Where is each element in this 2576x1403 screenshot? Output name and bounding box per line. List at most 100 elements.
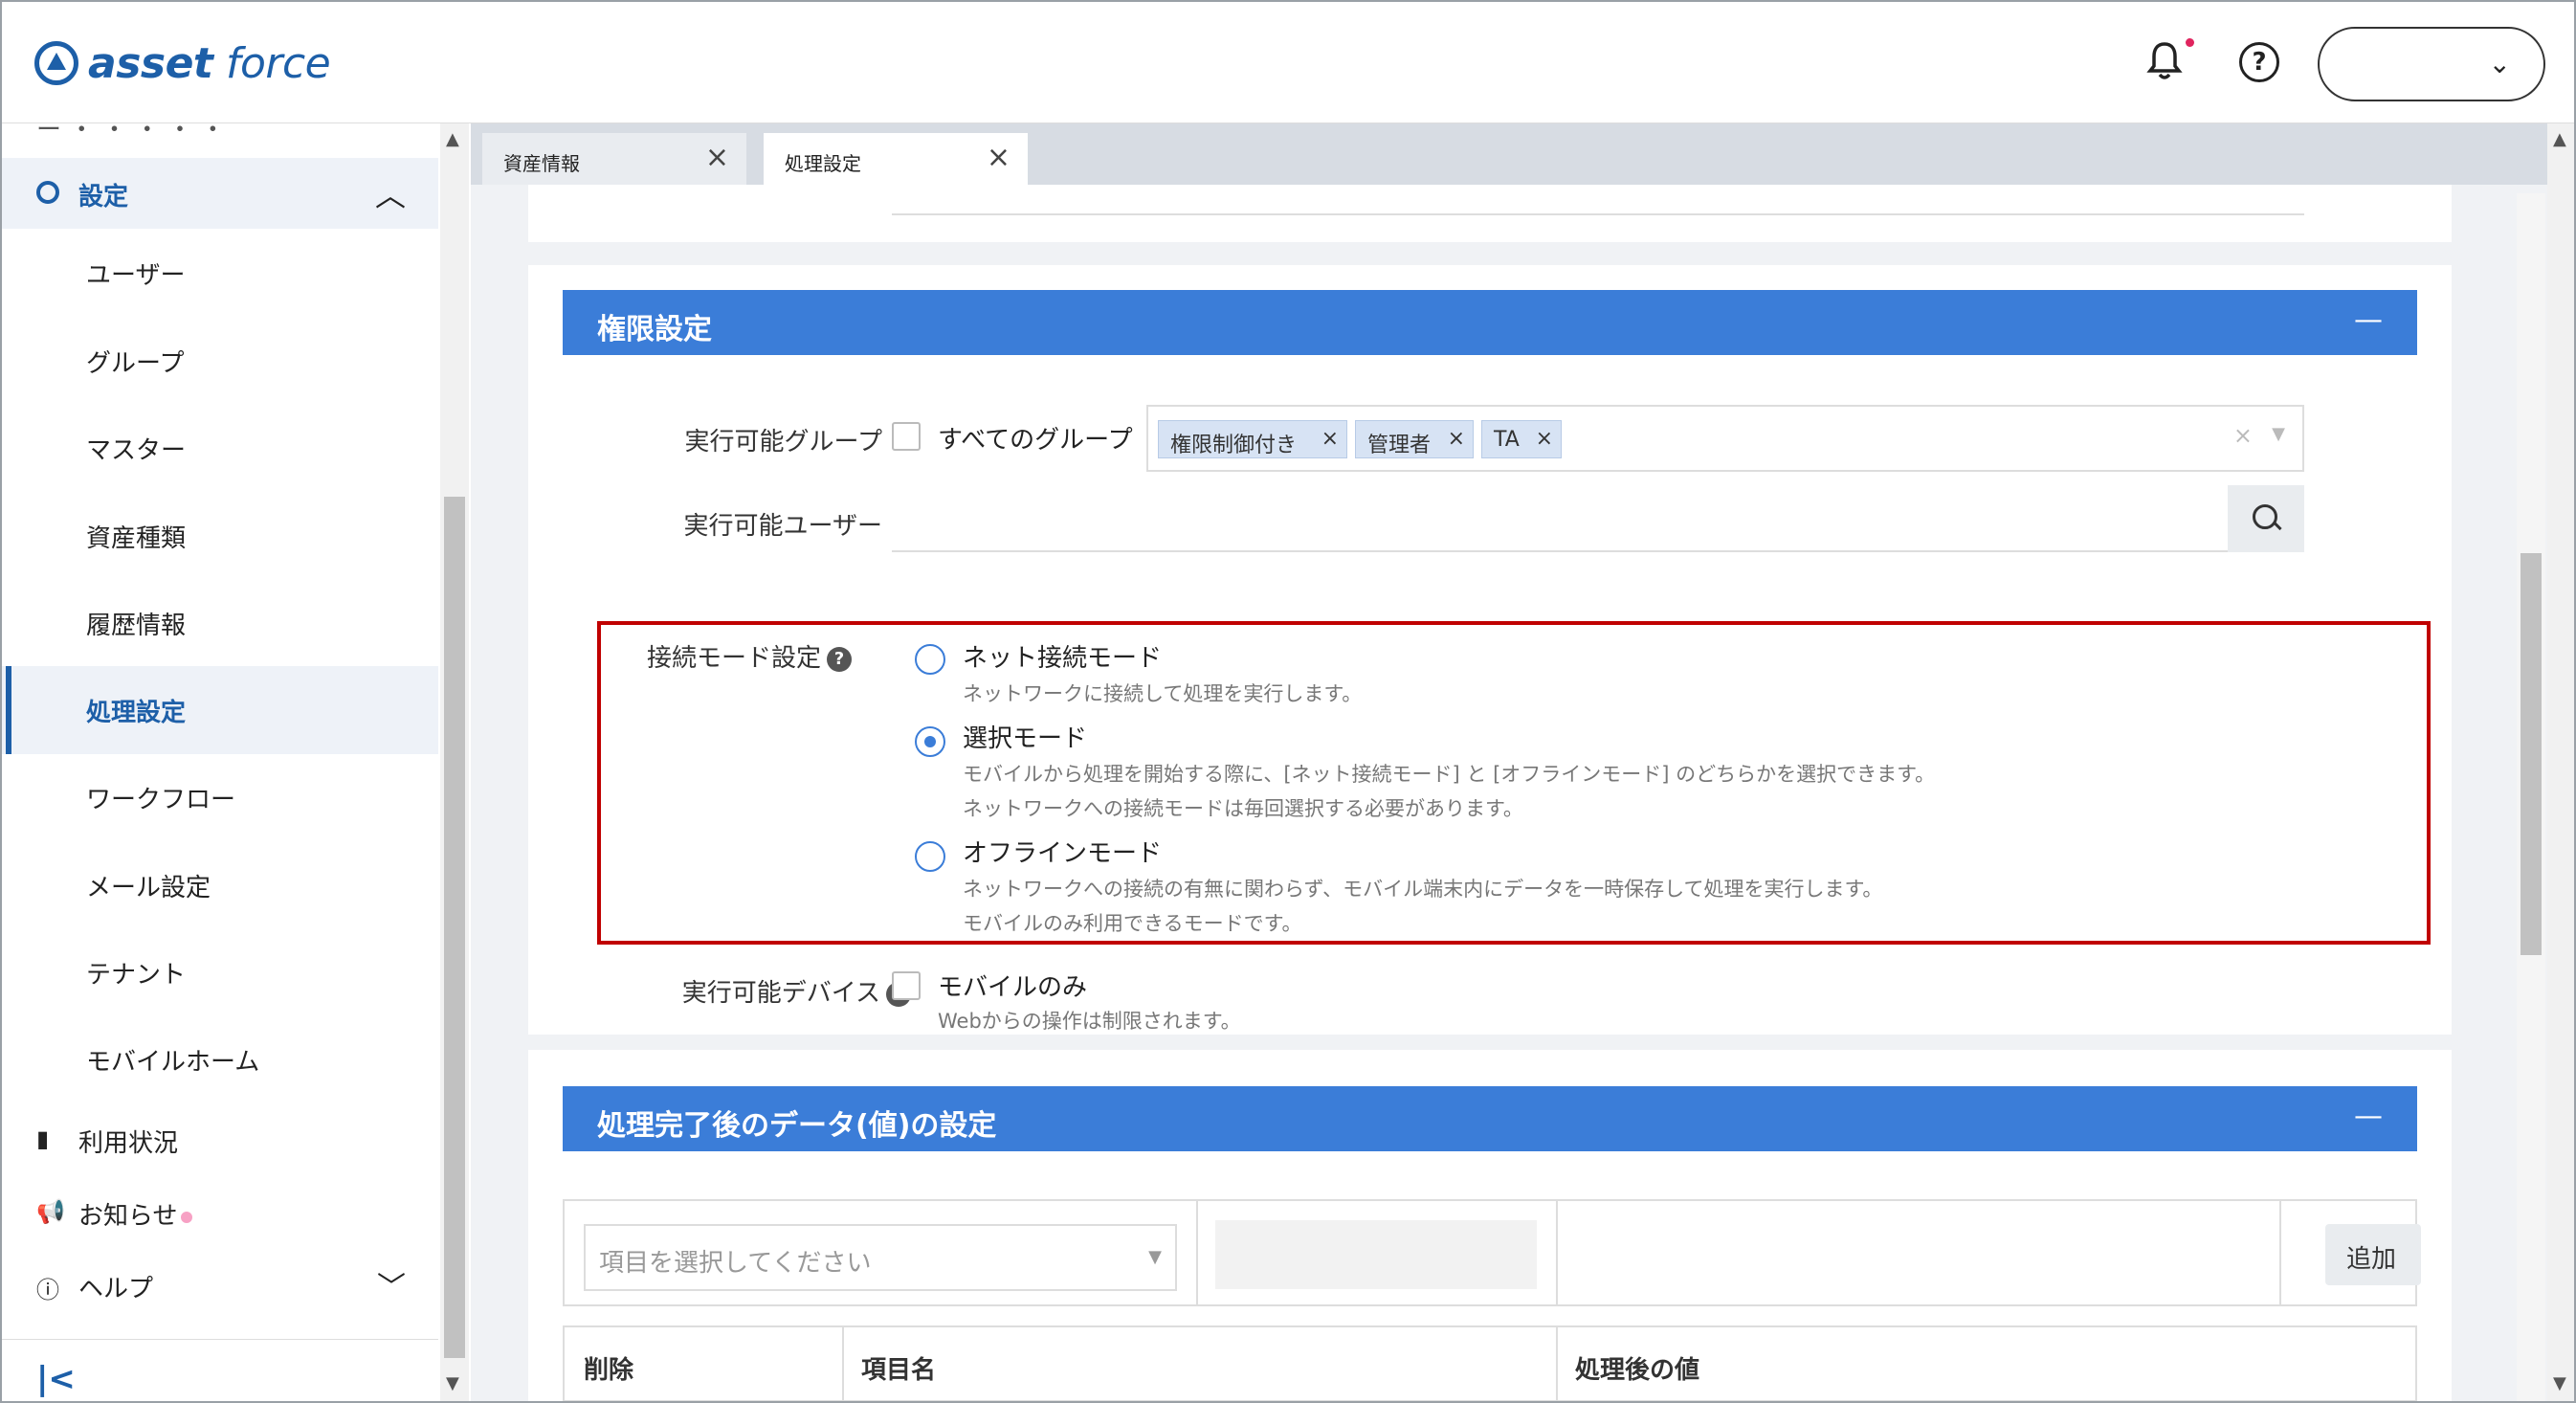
help-icon[interactable]: ? <box>827 646 853 672</box>
user-search-button[interactable] <box>2228 485 2304 552</box>
help-circle-icon[interactable]: ? <box>2239 42 2279 82</box>
exec-group-label: 実行可能グループ <box>684 428 882 457</box>
sidebar-item-label: ユーザー <box>86 261 186 290</box>
scroll-up-icon[interactable]: ▲ <box>446 129 459 149</box>
radio-description: ネットワークに接続して処理を実行します。 <box>963 682 1363 705</box>
clear-icon[interactable]: × <box>2233 422 2253 449</box>
radio-offline-mode[interactable] <box>915 841 945 872</box>
sidebar-item-label: 資産種類 <box>86 524 187 553</box>
section-title: 処理完了後のデータ(値)の設定 <box>597 1109 997 1143</box>
select-placeholder: 項目を選択してください <box>599 1249 872 1278</box>
sidebar-item-process-settings[interactable]: 処理設定 <box>2 666 438 754</box>
all-groups-label: すべてのグループ <box>938 426 1133 455</box>
value-input-disabled <box>1215 1220 1537 1289</box>
radio-label: 選択モード <box>963 724 1088 753</box>
tag-remove-icon[interactable]: × <box>1448 427 1465 451</box>
radio-select-mode[interactable] <box>915 726 945 757</box>
tab-asset-info[interactable]: 資産情報 × <box>482 133 746 185</box>
app-logo[interactable]: asset force <box>34 34 331 92</box>
exec-user-input[interactable] <box>892 550 2304 552</box>
device-label: 実行可能デバイス? <box>547 973 911 1009</box>
collapse-sidebar-icon[interactable]: |< <box>36 1360 76 1398</box>
divider <box>1556 1201 1558 1304</box>
logo-mark-icon <box>34 41 78 85</box>
sidebar-item-asset-types[interactable]: 資産種類 <box>2 492 438 580</box>
sidebar-item-mail-settings[interactable]: メール設定 <box>2 841 438 929</box>
sidebar-link-label: ヘルプ <box>78 1275 154 1303</box>
close-icon[interactable]: × <box>705 141 729 174</box>
main-area: 資産情報 × 処理設定 × 権限設定 — 実行可能グループ すべてのグループ 権… <box>471 123 2547 1401</box>
chevron-up-icon: ︿ <box>374 177 406 213</box>
all-groups-checkbox[interactable] <box>892 422 921 451</box>
permission-settings-card: 権限設定 — 実行可能グループ すべてのグループ 権限制御付き × 管理者 × TA… <box>528 265 2452 1035</box>
divider <box>2279 1201 2281 1304</box>
sidebar-item-users[interactable]: ユーザー <box>2 229 438 317</box>
tab-label: 資産情報 <box>503 152 580 175</box>
sidebar-item-cut[interactable]: ー ・ ・ ・ ・ ・ <box>36 123 225 145</box>
scroll-down-icon[interactable]: ▼ <box>2553 1373 2566 1393</box>
radio-description: モバイルのみ利用できるモードです。 <box>963 912 1302 935</box>
sidebar-link-notice[interactable]: 📢 お知らせ <box>2 1183 438 1240</box>
window-scrollbar[interactable]: ▲ ▼ <box>2547 123 2574 1401</box>
sidebar-item-history[interactable]: 履歴情報 <box>2 579 438 667</box>
radio-label: ネット接続モード <box>963 644 1163 673</box>
scroll-down-icon[interactable]: ▼ <box>446 1373 459 1393</box>
sidebar-item-tenant[interactable]: テナント <box>2 928 438 1016</box>
field-select[interactable]: 項目を選択してください ▼ <box>584 1224 1177 1291</box>
mobile-only-label: モバイルのみ <box>938 973 1088 1002</box>
radio-description: ネットワークへの接続の有無に関わらず、モバイル端末内にデータを一時保存して処理を… <box>963 878 1883 901</box>
sidebar-scroll-thumb[interactable] <box>444 497 465 1358</box>
group-multiselect[interactable]: 権限制御付き × 管理者 × TA × × ▼ <box>1146 405 2304 472</box>
sidebar-item-mobile-home[interactable]: モバイルホーム <box>2 1015 438 1103</box>
sidebar-item-label: 履歴情報 <box>86 612 187 640</box>
previous-card-fragment <box>528 185 2452 242</box>
sidebar-item-groups[interactable]: グループ <box>2 317 438 405</box>
divider <box>1196 1201 1198 1304</box>
column-header-field-name: 項目名 <box>861 1356 937 1385</box>
sidebar-item-label: 処理設定 <box>86 699 187 727</box>
sidebar-group-settings[interactable]: 設定 ︿ <box>2 158 438 229</box>
radio-net-mode[interactable] <box>915 644 945 675</box>
section-title: 権限設定 <box>597 313 712 346</box>
connection-mode-label: 接続モード設定? <box>605 638 953 674</box>
tab-process-settings[interactable]: 処理設定 × <box>764 133 1028 185</box>
bell-icon[interactable] <box>2145 40 2184 82</box>
collapse-icon[interactable]: — <box>2354 303 2383 337</box>
content-scrollbar[interactable] <box>2517 193 2545 1401</box>
sidebar-link-help[interactable]: ⓘ ヘルプ ﹀ <box>2 1256 438 1313</box>
permission-section-header[interactable]: 権限設定 — <box>563 290 2417 355</box>
sidebar-item-label: テナント <box>86 961 187 990</box>
sidebar-item-label: マスター <box>86 436 187 465</box>
column-header-value-after: 処理後の値 <box>1575 1356 1700 1385</box>
add-button-label: 追加 <box>2346 1245 2397 1274</box>
user-menu-select[interactable]: ⌄ <box>2318 27 2545 101</box>
tag-remove-icon[interactable]: × <box>1321 427 1339 451</box>
tag-remove-icon[interactable]: × <box>1536 427 1553 451</box>
sidebar-item-label: メール設定 <box>86 874 211 902</box>
tab-bar: 資産情報 × 処理設定 × <box>471 123 2547 185</box>
sidebar-link-usage[interactable]: ▮ 利用状況 <box>2 1110 438 1168</box>
sidebar-scrollbar[interactable]: ▲ ▼ <box>440 123 469 1401</box>
collapse-icon[interactable]: — <box>2354 1100 2383 1133</box>
add-field-row: 項目を選択してください ▼ 追加 <box>563 1199 2421 1306</box>
unread-dot <box>181 1211 193 1223</box>
dropdown-arrow-icon[interactable]: ▼ <box>2272 424 2285 444</box>
sidebar-group-label: 設定 <box>78 183 129 212</box>
post-process-section-header[interactable]: 処理完了後のデータ(値)の設定 — <box>563 1086 2417 1151</box>
megaphone-icon: 📢 <box>36 1198 65 1225</box>
table-header: 削除 項目名 処理後の値 <box>563 1325 2417 1401</box>
column-header-delete: 削除 <box>584 1356 634 1385</box>
tab-label: 処理設定 <box>785 152 861 175</box>
sidebar-item-workflow[interactable]: ワークフロー <box>2 753 438 841</box>
dropdown-arrow-icon: ▼ <box>1148 1247 1162 1267</box>
content-scroll-thumb[interactable] <box>2520 553 2542 955</box>
close-icon[interactable]: × <box>987 141 1010 174</box>
group-tag: 管理者 × <box>1355 420 1474 458</box>
notification-dot <box>2186 38 2194 47</box>
add-button[interactable]: 追加 <box>2325 1224 2421 1285</box>
sidebar-link-label: お知らせ <box>78 1196 193 1232</box>
group-tag: TA × <box>1481 420 1562 458</box>
sidebar-item-master[interactable]: マスター <box>2 404 438 492</box>
mobile-only-checkbox[interactable] <box>892 971 921 1000</box>
scroll-up-icon[interactable]: ▲ <box>2553 129 2566 149</box>
